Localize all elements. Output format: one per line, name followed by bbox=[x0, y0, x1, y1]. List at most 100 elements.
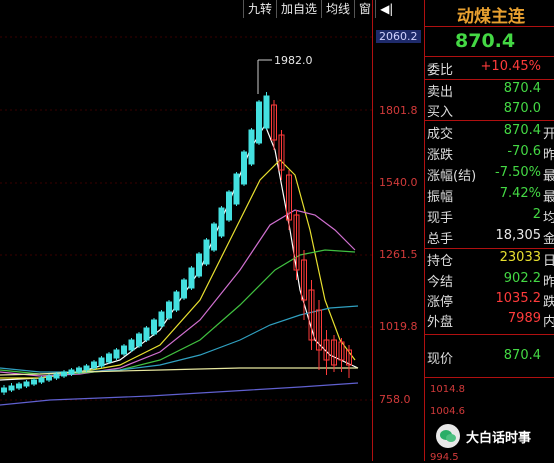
candle-body bbox=[113, 349, 120, 359]
contract-title: 动煤主连 bbox=[457, 7, 525, 27]
candle-body bbox=[143, 327, 150, 341]
sub-axis-tick: 1014.8 bbox=[430, 384, 465, 395]
row-outer-volume: 外盘 7989 内 bbox=[425, 310, 554, 330]
tick-chart-axis: 1014.8 1004.6 994.5 bbox=[424, 380, 484, 463]
row-ext-label: 最 bbox=[543, 169, 554, 184]
row-volume-price: 成交 870.4 开 bbox=[425, 122, 554, 142]
row-ext-label: 昨 bbox=[543, 275, 554, 290]
last-price: 870.4 bbox=[455, 30, 516, 52]
row-ask: 卖出 870.4 bbox=[425, 80, 554, 100]
row-value: 7989 bbox=[507, 311, 541, 326]
row-label: 振幅 bbox=[427, 190, 454, 205]
row-total-hand: 总手 18,305 金 bbox=[425, 227, 554, 247]
row-label: 现手 bbox=[427, 211, 454, 226]
row-value: 870.4 bbox=[503, 348, 541, 363]
row-value: -70.6 bbox=[507, 144, 541, 159]
candle-body bbox=[196, 253, 202, 277]
row-bid: 买入 870.0 bbox=[425, 100, 554, 120]
row-label: 成交 bbox=[427, 127, 454, 142]
candle-body bbox=[76, 367, 82, 373]
row-label: 委比 bbox=[427, 63, 454, 78]
jiuzhuan-button[interactable]: 九转 bbox=[243, 0, 276, 18]
row-label: 持仓 bbox=[427, 254, 454, 269]
row-label: 涨停 bbox=[427, 295, 454, 310]
ma-line bbox=[0, 382, 359, 406]
row-current-price: 现价 870.4 bbox=[425, 347, 554, 367]
axis-tick: 1540.0 bbox=[379, 176, 418, 189]
row-label: 涨跌 bbox=[427, 148, 454, 163]
row-value: 870.4 bbox=[503, 123, 541, 138]
row-ext-label: 日 bbox=[543, 254, 554, 269]
candle-body bbox=[211, 223, 217, 251]
row-label: 买入 bbox=[427, 105, 454, 120]
row-settle: 今结 902.2 昨 bbox=[425, 270, 554, 290]
row-value: +10.45% bbox=[480, 59, 541, 74]
row-value: 2 bbox=[532, 207, 541, 222]
candle-body bbox=[46, 375, 52, 381]
candle-body bbox=[23, 381, 30, 387]
candle-body bbox=[173, 291, 180, 311]
candle-body bbox=[16, 383, 22, 389]
row-label: 卖出 bbox=[427, 85, 454, 100]
candle-body bbox=[218, 207, 225, 237]
kline-chart[interactable]: 1982.0 bbox=[0, 0, 372, 461]
candle-body bbox=[151, 319, 157, 335]
candle-body bbox=[91, 361, 97, 369]
candle-body bbox=[53, 373, 60, 379]
row-value: 7.42% bbox=[499, 186, 541, 201]
candle-body bbox=[203, 239, 210, 265]
candle-body bbox=[128, 339, 135, 351]
row-value: 1035.2 bbox=[495, 291, 542, 306]
row-ext-label: 均 bbox=[543, 211, 554, 226]
row-value: 870.4 bbox=[503, 81, 541, 96]
sub-axis-tick: 994.5 bbox=[430, 452, 459, 463]
candle-body bbox=[181, 279, 187, 299]
row-ext-label: 开 bbox=[543, 127, 554, 142]
axis-tick-top: 2060.2 bbox=[376, 30, 421, 43]
row-current-hand: 现手 2 均 bbox=[425, 206, 554, 226]
row-value: 870.0 bbox=[503, 101, 541, 116]
candle-body bbox=[136, 333, 142, 347]
row-label: 总手 bbox=[427, 232, 454, 247]
candle-body bbox=[61, 371, 67, 377]
row-label: 外盘 bbox=[427, 315, 454, 330]
candlesticks bbox=[1, 92, 352, 395]
row-label: 今结 bbox=[427, 275, 454, 290]
row-change: 涨跌 -70.6 昨 bbox=[425, 143, 554, 163]
candle-body bbox=[226, 191, 232, 221]
price-axis: 2060.2 1801.8 1540.0 1261.5 1019.8 758.0 bbox=[372, 0, 425, 461]
row-ext-label: 昨 bbox=[543, 148, 554, 163]
candle-body bbox=[248, 129, 255, 165]
candle-body bbox=[1, 387, 7, 393]
candle-body bbox=[233, 173, 240, 205]
row-weibi: 委比 +10.45% bbox=[425, 58, 554, 78]
row-ext-label: 金 bbox=[543, 232, 554, 247]
candle-body bbox=[8, 385, 15, 391]
row-ext-label: 跌 bbox=[543, 295, 554, 310]
row-open-interest: 持仓 23033 日 bbox=[425, 249, 554, 269]
row-label: 涨幅(结) bbox=[427, 169, 477, 184]
candle-body bbox=[83, 365, 90, 371]
watermark: 大白话时事 bbox=[436, 424, 531, 448]
high-label: 1982.0 bbox=[274, 54, 313, 67]
candle-body bbox=[158, 311, 165, 327]
sub-axis-tick: 1004.6 bbox=[430, 406, 465, 417]
candle-body bbox=[256, 101, 262, 144]
high-annotation: 1982.0 bbox=[257, 54, 313, 94]
moving-average-button[interactable]: 均线 bbox=[321, 0, 354, 18]
candle-body bbox=[68, 369, 75, 375]
row-amplitude: 振幅 7.42% 最 bbox=[425, 185, 554, 205]
row-label: 现价 bbox=[427, 352, 454, 367]
candle-body bbox=[188, 267, 195, 289]
row-ext-label: 最 bbox=[543, 190, 554, 205]
axis-tick: 1801.8 bbox=[379, 104, 418, 117]
candle-body bbox=[31, 379, 37, 385]
add-watchlist-button[interactable]: 加自选 bbox=[276, 0, 321, 18]
row-value: 902.2 bbox=[503, 271, 541, 286]
candle-body bbox=[263, 95, 270, 129]
candle-body bbox=[106, 353, 112, 363]
axis-tick: 1261.5 bbox=[379, 248, 418, 261]
candle-body bbox=[166, 301, 172, 319]
wechat-logo-icon bbox=[436, 424, 460, 448]
watermark-text: 大白话时事 bbox=[466, 430, 532, 446]
